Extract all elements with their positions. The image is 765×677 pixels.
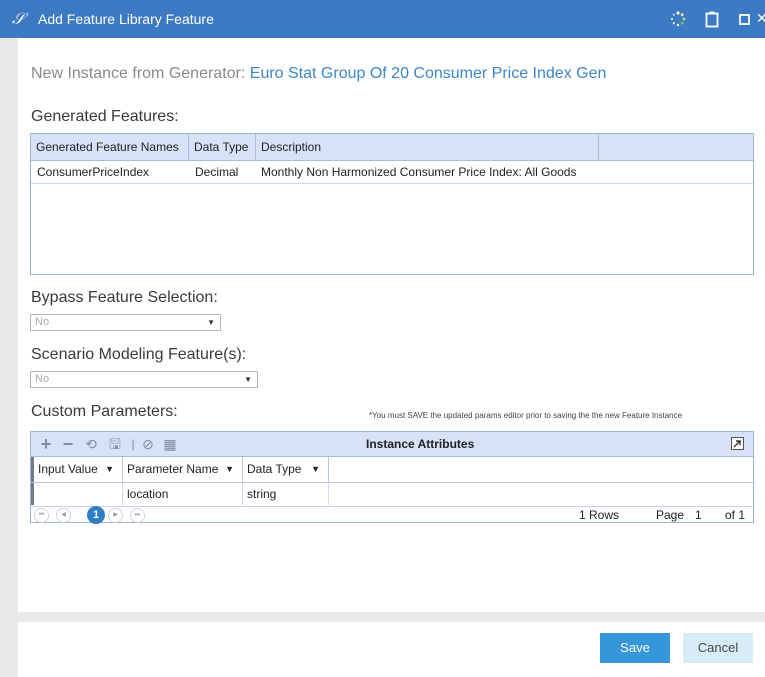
bypass-heading: Bypass Feature Selection: — [31, 289, 218, 306]
parameter-name-cell[interactable]: location — [123, 483, 243, 505]
remove-icon[interactable]: − — [59, 435, 77, 453]
spinner-icon — [671, 11, 686, 27]
table-row[interactable]: ConsumerPriceIndex Decimal Monthly Non H… — [31, 161, 753, 184]
toolbar-title: Instance Attributes — [366, 437, 475, 451]
app-logo-icon: 𝒮 — [12, 9, 25, 28]
scenario-select-value: No — [35, 373, 50, 385]
data-type-cell: Decimal — [195, 165, 239, 179]
page-label: Page — [656, 508, 685, 522]
save-note: *You must SAVE the updated params editor… — [369, 411, 683, 420]
window-title: Add Feature Library Feature — [38, 11, 214, 27]
column-header-feature-names[interactable]: Generated Feature Names — [31, 134, 189, 160]
description-cell: Monthly Non Harmonized Consumer Price In… — [261, 165, 577, 179]
popout-icon[interactable] — [731, 437, 744, 450]
page-value: 1 — [695, 508, 702, 522]
current-page-button[interactable]: 1 — [87, 506, 105, 524]
rows-count: 1 Rows — [579, 508, 620, 522]
restore-icon[interactable] — [736, 10, 754, 28]
save-button[interactable]: Save — [600, 633, 670, 663]
custom-params-heading: Custom Parameters: — [31, 403, 178, 420]
dialog-footer: Save Cancel — [18, 622, 765, 677]
generator-name-link[interactable]: Euro Stat Group Of 20 Consumer Price Ind… — [250, 65, 607, 82]
pager: ⏮ ◀ 1 ▶ ⏭ 1 Rows Page 1 of 1 — [31, 506, 753, 524]
prev-page-icon[interactable]: ◀ — [56, 508, 71, 523]
undo-icon[interactable]: ⟲ — [82, 435, 100, 453]
filter-icon[interactable]: ▼ — [225, 457, 234, 482]
input-value-cell[interactable] — [31, 483, 123, 505]
scenario-heading: Scenario Modeling Feature(s): — [31, 346, 247, 363]
column-header-data-type[interactable]: Data Type — [189, 134, 256, 160]
column-header-input-value[interactable]: Input Value ▼ — [31, 457, 123, 482]
column-label: Data Type — [247, 462, 302, 476]
chevron-down-icon: ▼ — [244, 375, 252, 384]
next-page-icon[interactable]: ▶ — [108, 508, 123, 523]
close-icon[interactable]: ✕ — [756, 10, 765, 27]
page-of-total: of 1 — [725, 508, 746, 522]
first-page-icon[interactable]: ⏮ — [34, 508, 49, 523]
scenario-select[interactable]: No ▼ — [30, 371, 258, 388]
grid-header: Generated Feature Names Data Type Descri… — [31, 134, 753, 161]
feature-name-cell: ConsumerPriceIndex — [37, 165, 150, 179]
filter-icon[interactable]: ▼ — [105, 457, 114, 482]
dialog-content: New Instance from Generator: Euro Stat G… — [18, 38, 765, 612]
bypass-select-value: No — [35, 316, 50, 328]
column-header-parameter-name[interactable]: Parameter Name ▼ — [123, 457, 243, 482]
column-header-data-type[interactable]: Data Type ▼ — [243, 457, 329, 482]
clear-filter-icon[interactable]: ⊘ — [139, 435, 157, 453]
generator-line: New Instance from Generator: Euro Stat G… — [31, 65, 606, 83]
cancel-button[interactable]: Cancel — [683, 633, 753, 663]
add-icon[interactable]: + — [37, 435, 55, 453]
generated-features-grid: Generated Feature Names Data Type Descri… — [30, 133, 754, 275]
params-grid: + − ⟲ 🖫 | ⊘ ▦ Instance Attributes Input … — [30, 431, 754, 524]
data-type-cell[interactable]: string — [243, 483, 329, 505]
bypass-select[interactable]: No ▼ — [30, 314, 221, 331]
title-bar: 𝒮 Add Feature Library Feature ✕ — [0, 0, 765, 38]
save-icon[interactable]: 🖫 — [106, 435, 124, 453]
params-toolbar: + − ⟲ 🖫 | ⊘ ▦ Instance Attributes — [31, 432, 753, 457]
generator-prefix: New Instance from Generator: — [31, 65, 246, 82]
filter-icon[interactable]: ▼ — [311, 457, 320, 482]
column-header-description[interactable]: Description — [256, 134, 599, 160]
column-label: Parameter Name — [127, 462, 219, 476]
chevron-down-icon: ▼ — [207, 318, 215, 327]
last-page-icon[interactable]: ⏭ — [130, 508, 145, 523]
generated-features-heading: Generated Features: — [31, 108, 179, 125]
column-label: Input Value — [38, 462, 98, 476]
clipboard-icon[interactable] — [703, 10, 721, 28]
column-chooser-icon[interactable]: ▦ — [161, 435, 179, 453]
